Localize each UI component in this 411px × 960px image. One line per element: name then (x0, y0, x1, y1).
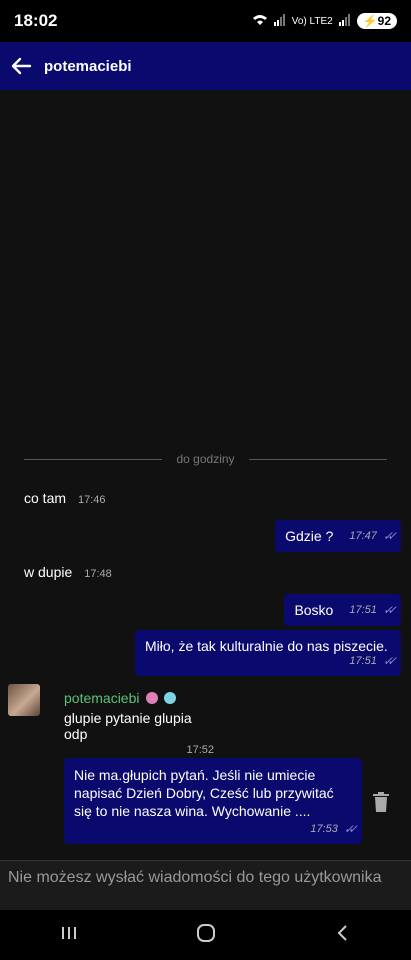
wifi-icon (252, 14, 268, 29)
message-meta: 17:51 ✓✓ (349, 603, 397, 617)
message-meta: 17:47 ✓✓ (349, 529, 397, 543)
message-text: Gdzie ? (285, 528, 334, 544)
message-time: 17:51 (349, 655, 377, 667)
incoming-message[interactable]: w dupie 17:48 (16, 564, 120, 580)
message-time: 17:53 (310, 823, 338, 835)
avatar[interactable] (8, 684, 40, 716)
outgoing-message[interactable]: Miło, że tak kulturalnie do nas piszecie… (135, 630, 401, 676)
read-ticks-icon: ✓✓ (343, 822, 358, 836)
message-time: 17:46 (78, 494, 106, 506)
message-text: co tam (24, 490, 67, 506)
message-meta: 17:51 ✓✓ (145, 654, 397, 668)
chat-area[interactable]: do godziny co tam 17:46 Gdzie ? 17:47 ✓✓… (0, 90, 411, 860)
outgoing-message[interactable]: Bosko 17:51 ✓✓ (284, 594, 401, 626)
outgoing-message[interactable]: Gdzie ? 17:47 ✓✓ (275, 520, 401, 552)
system-nav-bar (0, 910, 411, 960)
trash-icon[interactable] (372, 792, 390, 812)
message-time: 17:47 (349, 530, 377, 542)
status-time: 18:02 (14, 11, 58, 30)
message-time: 17:51 (349, 604, 377, 616)
incoming-message[interactable]: potemaciebi glupie pytanie glupia odp 17… (54, 684, 224, 762)
back-icon[interactable] (332, 922, 354, 949)
app-bar: potemaciebi (0, 42, 411, 90)
incoming-message[interactable]: co tam 17:46 (16, 490, 114, 506)
divider-label: do godziny (176, 452, 235, 466)
signal-icon-2 (338, 13, 351, 29)
message-text: w dupie (24, 564, 73, 580)
sender-name: potemaciebi (64, 690, 140, 706)
message-meta: 17:53 ✓✓ (74, 822, 358, 836)
status-bar: 18:02 Vo) LTE2 ⚡92 (0, 0, 411, 42)
recent-apps-icon[interactable] (58, 922, 80, 949)
divider-line (24, 458, 163, 460)
divider-line (248, 458, 388, 460)
composer-notice: Nie możesz wysłać wiadomości do tego uży… (0, 860, 411, 910)
charging-icon: ⚡ (362, 14, 378, 28)
battery-indicator: ⚡92 (356, 13, 397, 29)
message-text: Bosko (294, 602, 334, 618)
message-text: Nie ma.głupich pytań. Jeśli nie umiecie … (74, 767, 334, 819)
message-text: glupie pytanie glupia odp (64, 710, 192, 742)
chat-title[interactable]: potemaciebi (44, 58, 132, 75)
badge-icon (163, 692, 176, 704)
read-ticks-icon: ✓✓ (382, 603, 397, 617)
badge-icon (145, 692, 158, 704)
battery-level: 92 (377, 14, 391, 28)
outgoing-message[interactable]: Nie ma.głupich pytań. Jeśli nie umiecie … (64, 758, 362, 844)
network-label: Vo) LTE2 (291, 15, 333, 27)
message-time: 17:48 (84, 568, 112, 580)
read-ticks-icon: ✓✓ (382, 529, 397, 543)
signal-icon (273, 13, 286, 29)
time-divider: do godziny (24, 452, 388, 466)
message-text: Miło, że tak kulturalnie do nas piszecie… (145, 638, 388, 654)
status-icons: Vo) LTE2 ⚡92 (252, 13, 397, 29)
home-icon[interactable] (195, 922, 217, 949)
message-time: 17:52 (186, 744, 214, 756)
back-arrow-icon[interactable] (10, 55, 32, 77)
read-ticks-icon: ✓✓ (382, 654, 397, 668)
message-sender[interactable]: potemaciebi (64, 690, 214, 706)
